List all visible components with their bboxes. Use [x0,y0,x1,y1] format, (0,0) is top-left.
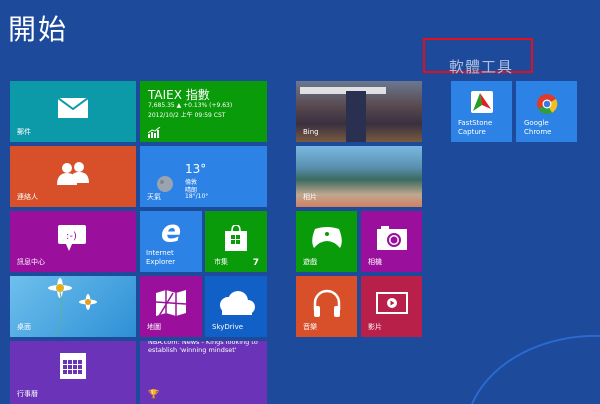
tile-messaging[interactable]: :-) 訊息中心 [10,211,136,272]
tile-google-chrome[interactable]: Google Chrome [516,81,577,142]
tile-desktop[interactable]: 桌面 [10,276,136,337]
tile-label: 天氣 [147,193,161,201]
tile-camera[interactable]: 相機 [361,211,422,272]
mail-icon [58,98,88,119]
tile-label: FastStone Capture [458,119,492,137]
tile-label: 行事曆 [17,390,38,398]
tile-label: 音樂 [303,323,317,331]
headphones-icon [313,290,340,318]
sports-headline: NBA.com: News - Kings looking to establi… [148,341,258,354]
map-icon [156,290,186,317]
tile-label: Google Chrome [524,119,552,136]
tile-internet-explorer[interactable]: e Internet Explorer [140,211,202,272]
ie-label-line1: Internet [146,249,174,257]
faststone-icon [470,91,493,114]
tile-photos[interactable]: 相片 [296,146,422,207]
tile-label: 影片 [368,323,382,331]
people-icon [57,162,89,186]
finance-title: TAIEX 指數 [148,88,210,102]
ie-icon: e [160,214,182,250]
finance-time: 2012/10/2 上午 09:59 CST [148,112,226,119]
tile-label: 相片 [303,193,317,201]
chat-smiley-icon: :-) [58,225,86,252]
tile-label: Bing [303,128,319,136]
tile-mail[interactable]: 郵件 [10,81,136,142]
update-count-badge: 7 [252,258,259,268]
tile-store[interactable]: 市集 7 [205,211,267,272]
tile-music[interactable]: 音樂 [296,276,357,337]
tile-faststone-capture[interactable]: FastStone Capture [451,81,512,142]
faststone-label-line2: Capture [458,128,486,136]
tile-calendar[interactable]: 行事曆 [10,341,136,404]
bing-search-box[interactable] [300,87,386,94]
tile-label: Internet Explorer [146,249,175,267]
tile-label: 連絡人 [17,193,38,201]
daisy-wallpaper-icon [48,278,97,336]
camera-icon [376,226,407,251]
moon-icon [157,176,173,192]
tile-sports[interactable]: NBA.com: News - Kings looking to establi… [140,341,267,404]
store-bag-icon [225,225,247,252]
tile-label: 相機 [368,258,382,266]
weather-temp: 13° [185,162,207,176]
tile-label: 遊戲 [303,258,317,266]
tile-finance[interactable]: TAIEX 指數 7,685.35 ▲ +0.13% (+9.63) 2012/… [140,81,267,142]
tile-label: 地圖 [147,323,161,331]
tile-weather[interactable]: 13° 倫敦 晴朗 18°/10° 天氣 [140,146,267,207]
tile-bing[interactable]: Bing [296,81,422,142]
tile-label: 郵件 [17,128,31,136]
chart-icon [148,127,161,138]
trophy-icon: 🏆 [148,390,160,400]
controller-icon [311,227,342,249]
page-title: 開始 [8,13,69,46]
group-label[interactable]: 軟體工具 [449,56,513,77]
tile-maps[interactable]: 地圖 [140,276,202,337]
video-play-icon [375,292,408,315]
background-swirl [471,334,600,404]
tile-people[interactable]: 連絡人 [10,146,136,207]
tile-label: 桌面 [17,323,31,331]
weather-range: 18°/10° [185,193,209,200]
tile-label: 訊息中心 [17,258,45,266]
finance-quote: 7,685.35 ▲ +0.13% (+9.63) [148,102,233,109]
tile-label: 市集 [214,258,228,266]
skyscraper-icon [346,91,366,142]
calendar-icon [60,353,86,380]
cloud-icon [220,291,255,316]
chrome-icon [536,94,557,115]
tile-skydrive[interactable]: SkyDrive [205,276,267,337]
tile-video[interactable]: 影片 [361,276,422,337]
svg-text::-): :-) [66,231,77,242]
tile-games[interactable]: 遊戲 [296,211,357,272]
tile-label: SkyDrive [212,323,244,331]
ie-label-line2: Explorer [146,258,176,266]
faststone-label-line1: FastStone [458,119,493,127]
